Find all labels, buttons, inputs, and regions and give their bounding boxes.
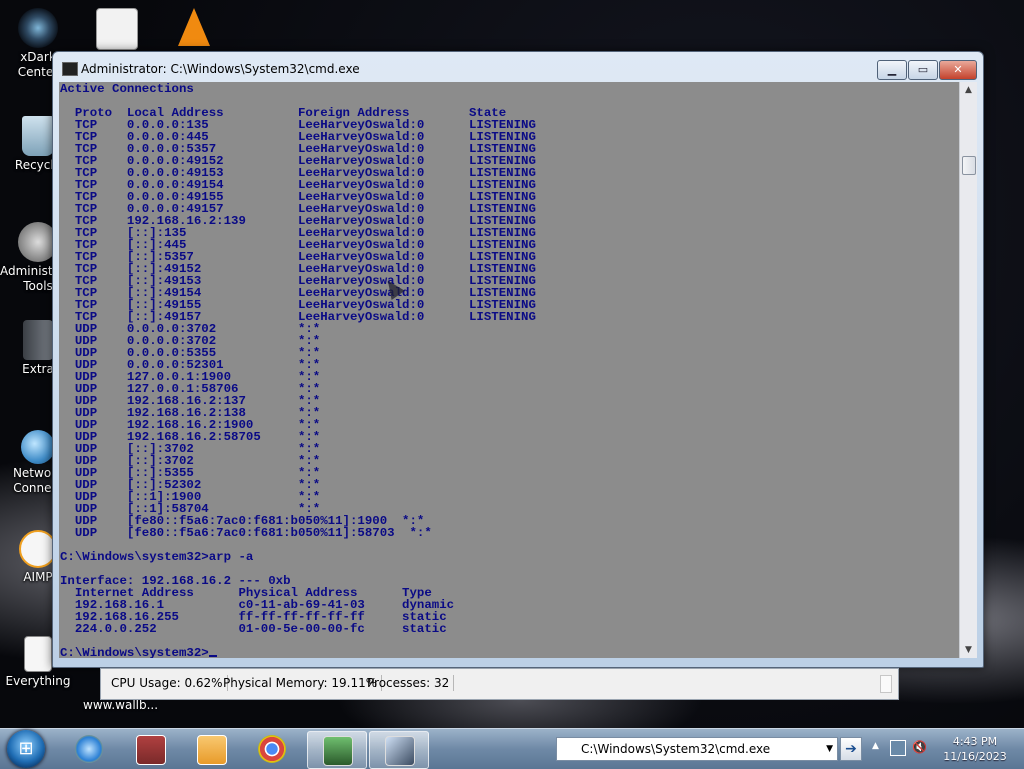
- tray-expand-icon[interactable]: ▲: [872, 741, 879, 751]
- internet-explorer-icon: [75, 735, 103, 763]
- taskbar-archive[interactable]: [121, 731, 179, 767]
- taskbar-chrome[interactable]: [243, 731, 301, 767]
- volume-muted-icon[interactable]: 🔇: [912, 740, 927, 754]
- address-value: C:\Windows\System32\cmd.exe: [581, 742, 771, 756]
- console-line: Active Connections: [60, 82, 194, 96]
- cpu-usage: CPU Usage: 0.62%: [107, 675, 228, 691]
- folder-icon: [23, 320, 53, 360]
- console-line: UDP [fe80::f5a6:7ac0:f681:b050%11]:58703…: [60, 526, 432, 540]
- scroll-down-arrow-icon[interactable]: ▼: [960, 642, 977, 658]
- vertical-scrollbar[interactable]: ▲ ▼: [959, 82, 977, 658]
- console-output[interactable]: Active Connections Proto Local Address F…: [59, 82, 959, 658]
- taskbar-media-player[interactable]: [182, 731, 240, 767]
- console-line: C:\Windows\system32>arp -a: [60, 550, 254, 564]
- physical-memory: Physical Memory: 19.11%: [219, 675, 383, 691]
- media-player-icon: [197, 735, 227, 765]
- everything-icon: [24, 636, 52, 672]
- title-bar[interactable]: Administrator: C:\Windows\System32\cmd.e…: [53, 52, 983, 82]
- window-title: Administrator: C:\Windows\System32\cmd.e…: [81, 62, 360, 76]
- status-grip: [880, 675, 892, 693]
- console-line: 224.0.0.252 01-00-5e-00-00-fc static: [60, 622, 447, 636]
- taskbar-internet-explorer[interactable]: [60, 731, 118, 767]
- address-bar-input[interactable]: C:\Windows\System32\cmd.exe ▼: [556, 737, 838, 761]
- clock-date: 11/16/2023: [943, 750, 1007, 763]
- status-bar: CPU Usage: 0.62% Physical Memory: 19.11%…: [100, 668, 899, 700]
- vlc-icon[interactable]: [174, 8, 214, 48]
- archive-icon: [136, 735, 166, 765]
- chevron-down-icon[interactable]: ▼: [826, 738, 833, 760]
- clock-time: 4:43 PM: [952, 735, 998, 748]
- desktop-icon-label: Everything: [5, 674, 71, 688]
- taskbar-task-manager[interactable]: [307, 731, 367, 769]
- document-icon[interactable]: [96, 8, 138, 52]
- scroll-thumb[interactable]: [962, 156, 976, 175]
- wallpaper-credit: www.wallb...: [83, 698, 159, 712]
- network-icon: [21, 430, 55, 464]
- cmd-window-icon: [385, 736, 415, 766]
- console-text: Active Connections Proto Local Address F…: [59, 82, 959, 658]
- taskbar-cmd[interactable]: [369, 731, 429, 769]
- close-button[interactable]: ✕: [939, 60, 977, 80]
- process-count: Processes: 32: [363, 675, 455, 691]
- clock[interactable]: 4:43 PM 11/16/2023: [934, 734, 1016, 764]
- start-orb-icon[interactable]: ⊞: [7, 730, 45, 768]
- chrome-icon: [258, 735, 286, 763]
- recycle-bin-icon: [22, 116, 54, 156]
- task-manager-icon: [323, 736, 353, 766]
- system-tray: ▲ 🔇 4:43 PM 11/16/2023: [868, 729, 1024, 769]
- scroll-up-arrow-icon[interactable]: ▲: [960, 82, 977, 98]
- go-arrow-icon[interactable]: ➔: [840, 737, 862, 761]
- maximize-button[interactable]: ▭: [908, 60, 938, 80]
- cmd-window[interactable]: Administrator: C:\Windows\System32\cmd.e…: [52, 51, 984, 668]
- cmd-icon: [62, 62, 78, 76]
- network-tray-icon[interactable]: [890, 740, 906, 756]
- console-prompt: C:\Windows\system32>: [60, 646, 209, 658]
- minimize-button[interactable]: ▁: [877, 60, 907, 80]
- text-cursor: [208, 655, 217, 657]
- xdark-icon: [18, 8, 58, 48]
- taskbar: ⊞ C:\Windows\System32\cmd.exe ▼ ➔ ▲ 🔇 4:…: [0, 728, 1024, 769]
